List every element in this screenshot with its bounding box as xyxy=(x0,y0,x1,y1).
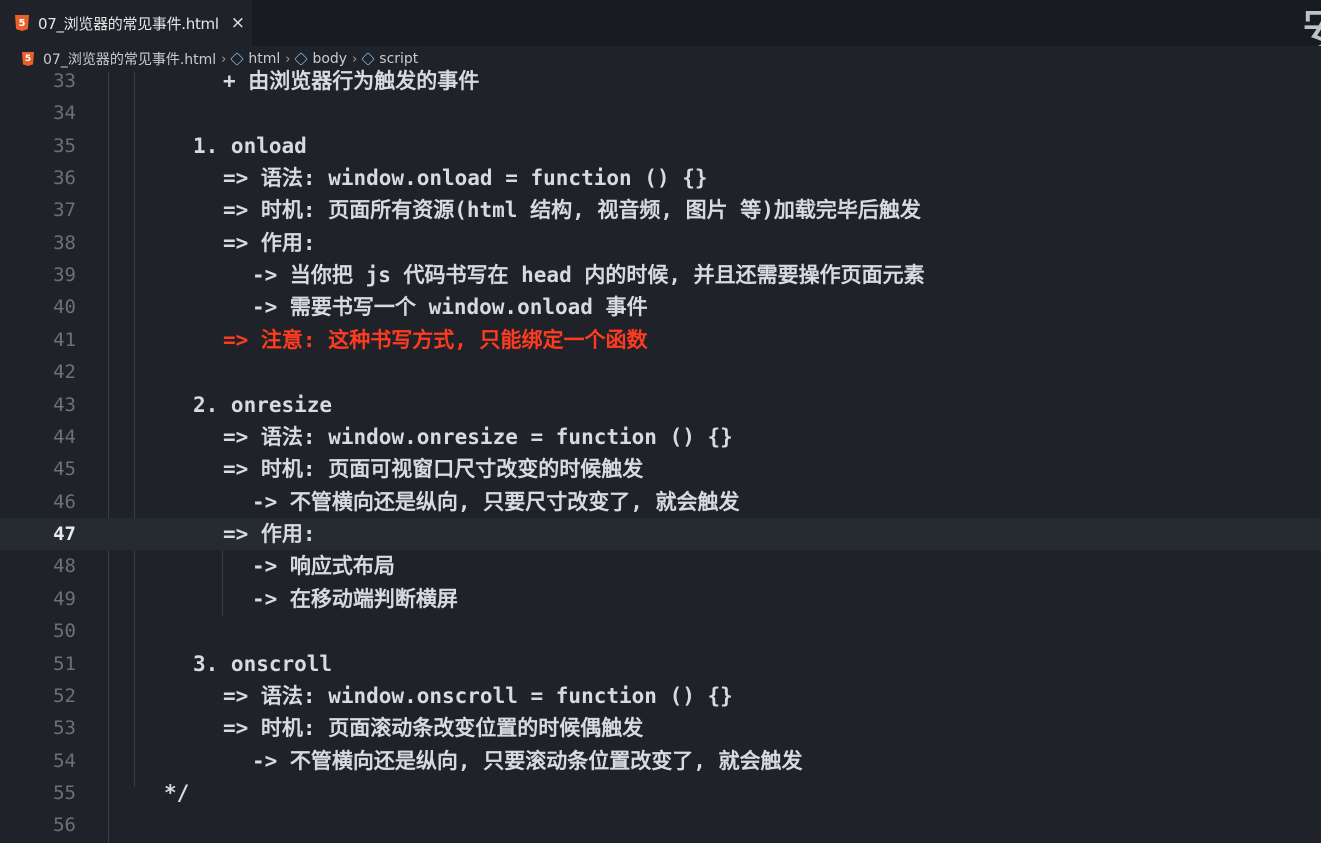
code-line[interactable]: 41 => 注意: 这种书写方式, 只能绑定一个函数 xyxy=(0,324,1321,356)
editor-window: 5 07_浏览器的常见事件.html × 安 5 07_浏览器的常见事件.htm… xyxy=(0,0,1321,843)
code-line[interactable]: 43 2. onresize xyxy=(0,389,1321,421)
line-text: 3. onscroll xyxy=(193,652,333,676)
code-editor[interactable]: 33 + 由浏览器行为触发的事件 34 35 1. onload 36 => 语法: … xyxy=(0,69,1321,843)
line-number: 33 xyxy=(53,70,76,92)
line-text: -> 需要书写一个 window.onload 事件 xyxy=(252,295,648,319)
code-line[interactable]: 53 => 时机: 页面滚动条改变位置的时候偶触发 xyxy=(0,712,1321,744)
html5-icon: 5 xyxy=(22,52,34,66)
line-number: 54 xyxy=(53,750,76,772)
line-number: 50 xyxy=(53,620,76,642)
line-text: => 语法: window.onscroll = function () {} xyxy=(223,684,733,708)
line-text: -> 当你把 js 代码书写在 head 内的时候, 并且还需要操作页面元素 xyxy=(252,263,925,287)
line-number: 42 xyxy=(53,361,76,383)
line-text: -> 响应式布局 xyxy=(252,554,395,578)
line-number: 43 xyxy=(53,394,76,416)
code-line[interactable]: 38 => 作用: xyxy=(0,227,1321,259)
code-line[interactable]: 54 -> 不管横向还是纵向, 只要滚动条位置改变了, 就会触发 xyxy=(0,745,1321,777)
line-number: 51 xyxy=(53,653,76,675)
code-line[interactable]: 50 xyxy=(0,615,1321,647)
code-line[interactable]: 39 -> 当你把 js 代码书写在 head 内的时候, 并且还需要操作页面元素 xyxy=(0,259,1321,291)
line-text: => 时机: 页面滚动条改变位置的时候偶触发 xyxy=(223,716,644,740)
line-number: 52 xyxy=(53,685,76,707)
code-line-current[interactable]: 47 => 作用: xyxy=(0,518,1321,550)
line-text: 2. onresize xyxy=(193,393,333,417)
code-line[interactable]: 37 => 时机: 页面所有资源(html 结构, 视音频, 图片 等)加载完毕后… xyxy=(0,194,1321,226)
tab-title[interactable]: 07_浏览器的常见事件.html xyxy=(38,13,219,34)
line-text: -> 在移动端判断横屏 xyxy=(252,587,458,611)
close-icon[interactable]: × xyxy=(231,13,245,33)
line-text: -> 不管横向还是纵向, 只要滚动条位置改变了, 就会触发 xyxy=(252,749,803,773)
line-number: 35 xyxy=(53,135,76,157)
line-text: -> 不管横向还是纵向, 只要尺寸改变了, 就会触发 xyxy=(252,490,740,514)
line-number: 38 xyxy=(53,232,76,254)
line-number: 36 xyxy=(53,167,76,189)
code-line[interactable]: 36 => 语法: window.onload = function () {} xyxy=(0,162,1321,194)
code-line[interactable]: 56 xyxy=(0,809,1321,841)
line-text: */ xyxy=(164,781,190,805)
line-text: => 作用: xyxy=(223,522,316,546)
code-line[interactable]: 33 + 由浏览器行为触发的事件 xyxy=(0,65,1321,97)
line-number: 41 xyxy=(53,329,76,351)
code-line[interactable]: 44 => 语法: window.onresize = function () {… xyxy=(0,421,1321,453)
code-line[interactable]: 48 -> 响应式布局 xyxy=(0,550,1321,582)
element-icon xyxy=(361,52,376,66)
code-line[interactable]: 35 1. onload xyxy=(0,130,1321,162)
line-text: => 时机: 页面所有资源(html 结构, 视音频, 图片 等)加载完毕后触发 xyxy=(223,198,921,222)
line-number: 45 xyxy=(53,458,76,480)
line-text-warning: => 注意: 这种书写方式, 只能绑定一个函数 xyxy=(223,328,648,352)
line-number: 56 xyxy=(53,814,76,836)
tab-bar: 5 07_浏览器的常见事件.html × 安 xyxy=(0,0,1321,62)
line-number: 37 xyxy=(53,199,76,221)
code-line[interactable]: 42 xyxy=(0,356,1321,388)
line-text: => 语法: window.onresize = function () {} xyxy=(223,425,733,449)
line-number: 55 xyxy=(53,782,76,804)
line-text: => 语法: window.onload = function () {} xyxy=(223,166,708,190)
line-number: 47 xyxy=(53,523,76,545)
line-text: 1. onload xyxy=(193,134,307,158)
code-line[interactable]: 46 -> 不管横向还是纵向, 只要尺寸改变了, 就会触发 xyxy=(0,486,1321,518)
code-line[interactable]: 55 */ xyxy=(0,777,1321,809)
line-number: 53 xyxy=(53,717,76,739)
code-line[interactable]: 40 -> 需要书写一个 window.onload 事件 xyxy=(0,291,1321,323)
code-line[interactable]: 49 -> 在移动端判断横屏 xyxy=(0,583,1321,615)
line-text: + 由浏览器行为触发的事件 xyxy=(223,69,480,93)
html5-icon: 5 xyxy=(15,15,29,31)
line-number: 40 xyxy=(53,296,76,318)
element-icon xyxy=(294,52,309,66)
code-line[interactable]: 34 xyxy=(0,97,1321,129)
element-icon xyxy=(230,52,245,66)
tab-file[interactable]: 5 07_浏览器的常见事件.html × xyxy=(0,0,252,46)
line-number: 39 xyxy=(53,264,76,286)
code-line[interactable]: 51 3. onscroll xyxy=(0,648,1321,680)
line-number: 34 xyxy=(53,102,76,124)
line-number: 46 xyxy=(53,491,76,513)
line-number: 49 xyxy=(53,588,76,610)
code-line[interactable]: 45 => 时机: 页面可视窗口尺寸改变的时候触发 xyxy=(0,453,1321,485)
code-line[interactable]: 52 => 语法: window.onscroll = function () {… xyxy=(0,680,1321,712)
line-text: => 时机: 页面可视窗口尺寸改变的时候触发 xyxy=(223,457,644,481)
line-number: 48 xyxy=(53,555,76,577)
line-number: 44 xyxy=(53,426,76,448)
line-text: => 作用: xyxy=(223,231,316,255)
